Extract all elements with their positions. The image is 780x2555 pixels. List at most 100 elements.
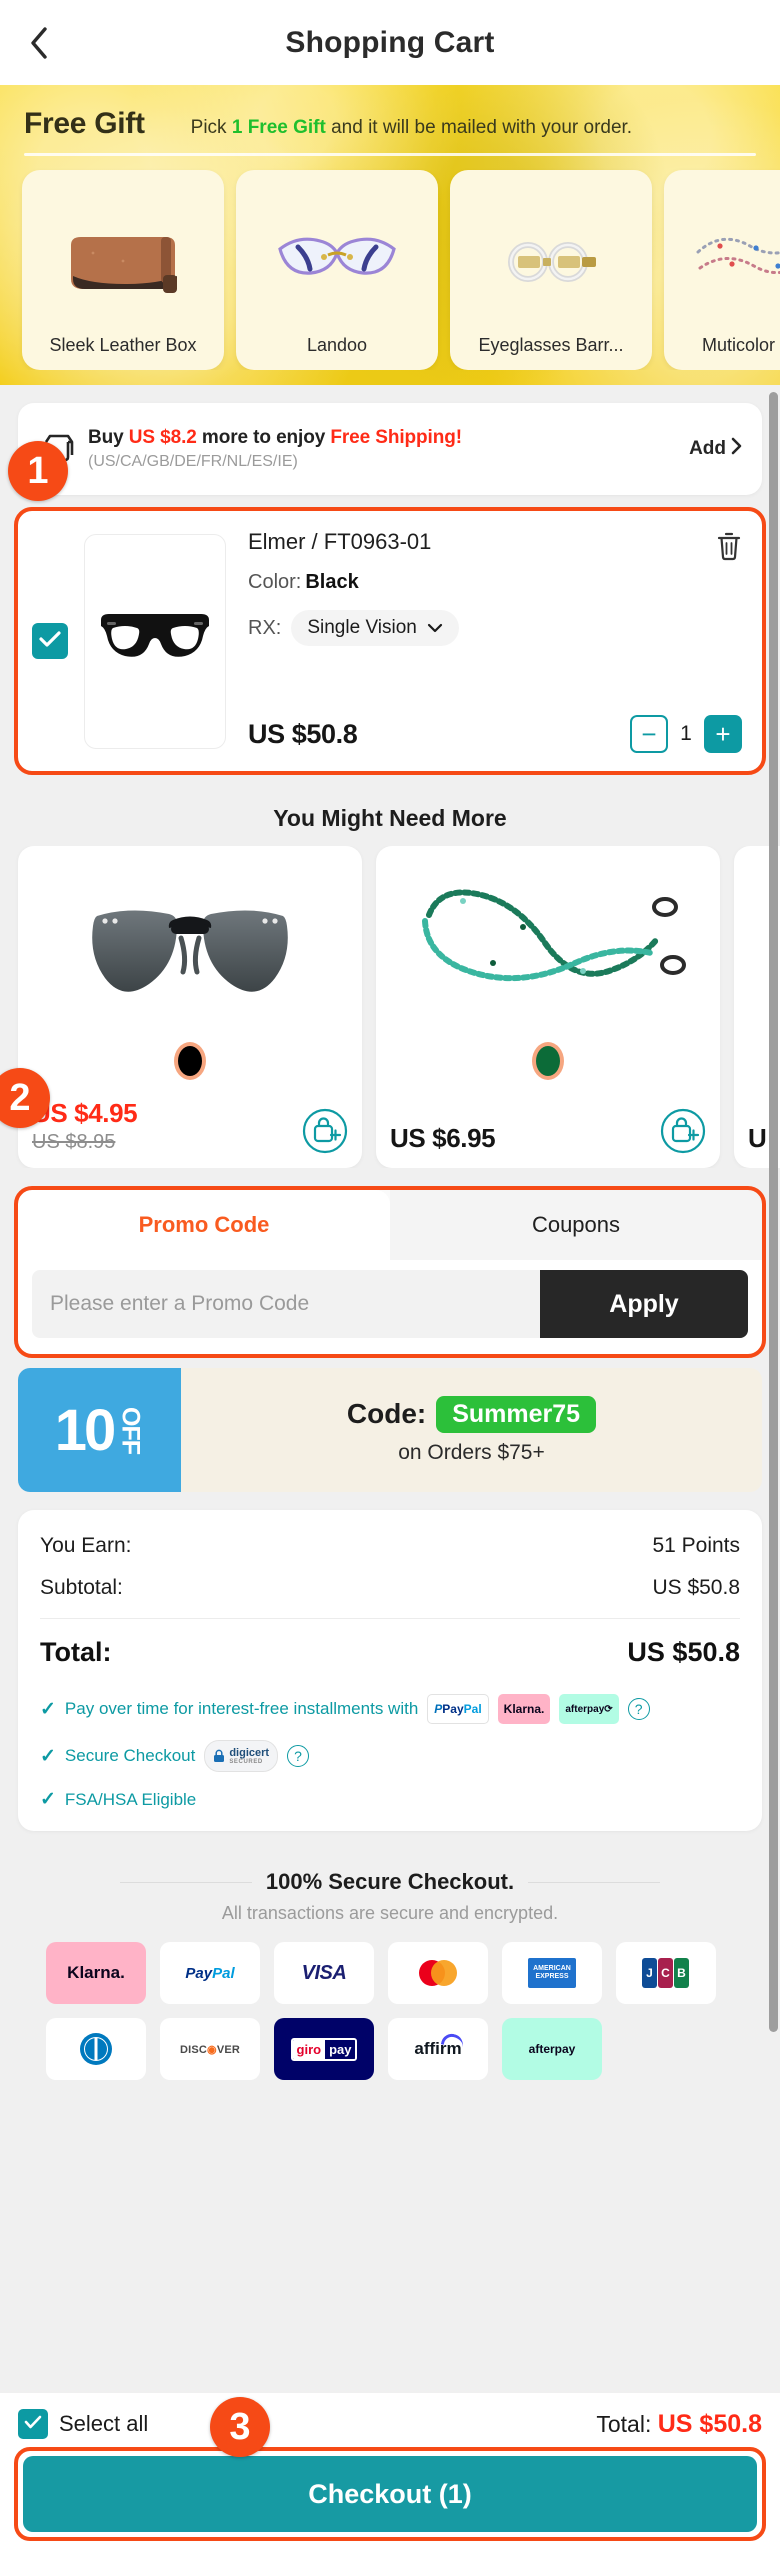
color-swatch-row[interactable] [390, 1042, 706, 1080]
summary-row-total: Total: US $50.8 [40, 1637, 740, 1668]
promo-tabs[interactable]: Promo Code Coupons [18, 1190, 762, 1260]
coupon-code-label: Code: [346, 1398, 427, 1429]
promo-input-row: Apply [18, 1260, 762, 1354]
recommendations-section: 2 US $4.95 US $8.95 US $6.95 U [0, 846, 780, 1168]
coupon-off-label: OFF [116, 1406, 145, 1454]
promo-section: 2 Promo Code Coupons Apply [14, 1186, 766, 1358]
summary-total-label: Total: [40, 1637, 112, 1667]
leather-pouch-icon [28, 188, 218, 335]
color-swatch-row[interactable] [32, 1042, 348, 1080]
check-icon: ✓ [40, 1745, 56, 1767]
chevron-right-icon [731, 437, 742, 461]
ship-mid: more to enjoy [196, 427, 331, 448]
color-swatch[interactable] [532, 1042, 564, 1080]
recommendation-card[interactable]: US $6.95 [376, 846, 720, 1168]
quantity-stepper[interactable]: − 1 + [630, 715, 742, 753]
free-gift-list[interactable]: Sleek Leather Box Landoo Eyeglasses Barr… [0, 156, 780, 370]
select-all-control[interactable]: Select all [18, 2409, 148, 2439]
color-value: Black [305, 571, 359, 593]
promo-code-input[interactable] [32, 1270, 540, 1338]
cart-item-price: US $50.8 [248, 718, 358, 749]
color-swatch[interactable] [174, 1042, 206, 1080]
perk-text: FSA/HSA Eligible [64, 1789, 197, 1809]
ship-em: Free Shipping! [330, 427, 462, 448]
digicert-badge: digicert SECURED [204, 1740, 279, 1772]
free-shipping-banner[interactable]: 1 Buy US $8.2 more to enjoy Free Shippin… [8, 403, 762, 501]
recommendations-carousel[interactable]: US $4.95 US $8.95 US $6.95 U [0, 846, 780, 1168]
check-icon [24, 2415, 42, 2434]
add-more-button[interactable]: Add [689, 437, 742, 461]
select-all-label: Select all [59, 2411, 149, 2436]
step-badge-1: 1 [8, 441, 68, 501]
quantity-value: 1 [680, 722, 692, 745]
ship-amount: US $8.2 [128, 427, 197, 448]
order-summary-card: You Earn: 51 Points Subtotal: US $50.8 T… [18, 1510, 762, 1831]
cart-item-color: Color: Black [248, 571, 742, 594]
giropay-logo: giro pay [274, 2018, 374, 2080]
gift-option-label: Muticolor Cha... [701, 335, 780, 355]
gift-option-card[interactable]: Eyeglasses Barr... [450, 170, 652, 370]
perk-text: Secure Checkout [64, 1746, 196, 1765]
paypal-badge: P Pay Pal [427, 1694, 489, 1724]
delete-item-button[interactable] [716, 531, 742, 566]
promo-card[interactable]: Promo Code Coupons Apply [14, 1186, 766, 1358]
free-shipping-card[interactable]: Buy US $8.2 more to enjoy Free Shipping!… [18, 403, 762, 495]
select-all-checkbox[interactable] [18, 2409, 48, 2439]
rx-select[interactable]: Single Vision [291, 610, 459, 646]
summary-value: US $50.8 [652, 1576, 740, 1599]
summary-row-points: You Earn: 51 Points [40, 1534, 740, 1558]
quantity-decrement-button[interactable]: − [630, 715, 668, 753]
secure-title: 100% Secure Checkout. [265, 1869, 515, 1894]
jcb-logo: J C B [616, 1942, 716, 2004]
cart-item-footer: US $50.8 − 1 + [248, 715, 742, 753]
coupon-code-line: Code: Summer75 [346, 1395, 597, 1433]
tab-promo-code[interactable]: Promo Code [18, 1190, 390, 1260]
quantity-increment-button[interactable]: + [704, 715, 742, 753]
check-icon: ✓ [40, 1789, 56, 1810]
summary-label: Subtotal: [40, 1576, 123, 1599]
summary-label: You Earn: [40, 1534, 132, 1557]
coupon-banner[interactable]: 10 OFF Code: Summer75 on Orders $75+ [18, 1368, 762, 1492]
cart-item-image[interactable] [84, 533, 226, 749]
cart-item[interactable]: Elmer / FT0963-01 Color: Black RX: Single… [14, 507, 766, 775]
gift-option-card[interactable]: Sleek Leather Box [22, 170, 224, 370]
eyeglass-chain-icon [390, 860, 706, 1040]
rx-label: RX: [248, 616, 282, 639]
installments-help-icon[interactable]: ? [627, 1698, 650, 1720]
gift-option-label: Landoo [306, 335, 368, 355]
gift-option-card[interactable]: Landoo [236, 170, 438, 370]
cart-item-title: Elmer / FT0963-01 [248, 529, 432, 554]
recommendation-card[interactable]: US $4.95 US $8.95 [18, 846, 362, 1168]
klarna-logo: Klarna. [46, 1942, 146, 2004]
page-body: 1 Buy US $8.2 more to enjoy Free Shippin… [0, 403, 780, 775]
checkout-button[interactable]: Checkout (1) [23, 2456, 757, 2532]
free-gift-sub-post: and it will be mailed with your order. [325, 117, 633, 138]
apply-promo-button[interactable]: Apply [540, 1270, 748, 1338]
free-gift-title: Free Gift [24, 107, 145, 140]
add-to-cart-icon[interactable] [302, 1108, 348, 1154]
cart-item-checkbox[interactable] [32, 623, 68, 659]
bottom-action-bar: Select all 3 Total: US $50.8 Checkout (1… [0, 2393, 780, 2555]
check-icon [39, 630, 61, 653]
tab-coupons[interactable]: Coupons [390, 1190, 762, 1260]
coupon-code-value[interactable]: Summer75 [436, 1395, 597, 1433]
check-icon: ✓ [40, 1698, 56, 1720]
recommendations-title: You Might Need More [273, 805, 507, 831]
add-to-cart-icon[interactable] [660, 1108, 706, 1154]
klarna-logo-text: Klarna. [67, 1963, 125, 1982]
app-header: Shopping Cart [0, 0, 780, 85]
bottom-summary-row: Select all 3 Total: US $50.8 [18, 2397, 762, 2457]
cart-item-section: Elmer / FT0963-01 Color: Black RX: Single… [14, 507, 766, 775]
page-scrollbar[interactable] [769, 392, 778, 2032]
klarna-badge: Klarna. [497, 1694, 551, 1724]
gift-option-card[interactable]: Muticolor Cha... [664, 170, 780, 370]
beaded-chain-icon [670, 188, 780, 335]
back-button[interactable] [22, 26, 56, 60]
rx-value: Single Vision [307, 617, 417, 638]
chevron-left-icon [28, 26, 50, 60]
diners-club-logo [46, 2018, 146, 2080]
summary-total-value: US $50.8 [627, 1637, 740, 1667]
payment-logos: Klarna. PayPal VISA AMERICAN EXPRESS J C… [18, 1924, 762, 2080]
paypal-logo: PayPal [160, 1942, 260, 2004]
secure-checkout-help-icon[interactable]: ? [287, 1745, 310, 1767]
